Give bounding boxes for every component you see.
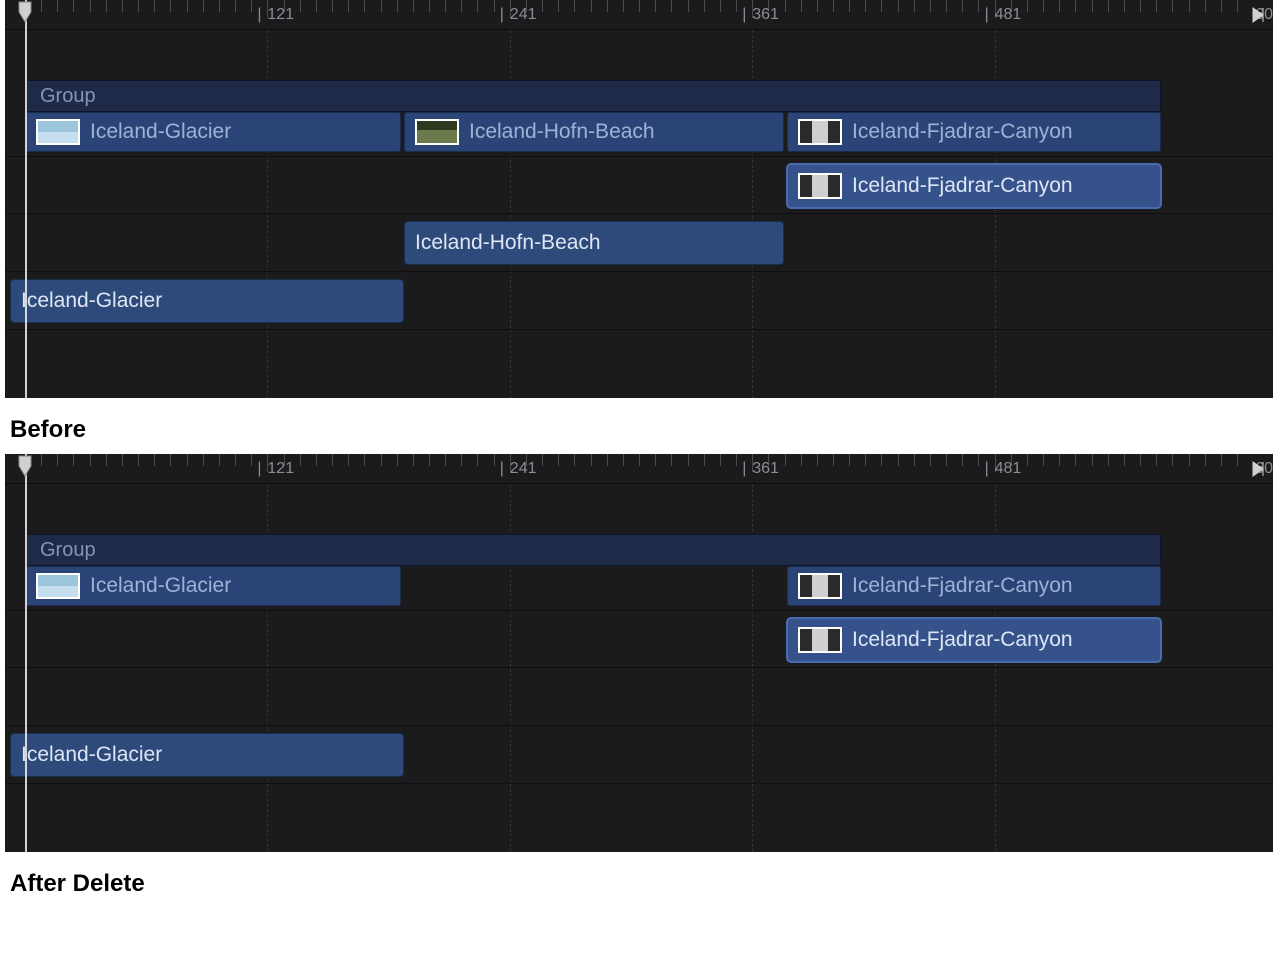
tracks-area: Group Iceland-GlacierIceland-Hofn-BeachI… [5,30,1273,330]
group-clip-strip: Iceland-Glacier Iceland-Fjadrar-Canyon [5,566,1273,610]
clip-thumbnail [798,173,842,199]
ruler-tick-label: 121 [267,460,294,478]
clip-label: Iceland-Glacier [90,120,231,144]
timeline-clip[interactable]: Iceland-Glacier [25,112,401,152]
timeline-clip[interactable]: Iceland-Glacier [10,733,404,777]
ruler-tick-label: 121 [267,6,294,24]
playhead[interactable] [25,0,27,398]
track-row[interactable]: Iceland-Hofn-Beach [5,214,1273,272]
clip-label: Iceland-Fjadrar-Canyon [852,628,1073,652]
group-label: Group [40,85,96,108]
clip-label: Iceland-Hofn-Beach [469,120,655,144]
clip-thumbnail [798,573,842,599]
ruler-tick-label: 481 [995,6,1022,24]
ruler[interactable]: |121|241|361|48160 [5,0,1273,30]
ruler-tick-label: 361 [752,460,779,478]
track-row[interactable] [5,668,1273,726]
timeline-clip[interactable]: Iceland-Fjadrar-Canyon [787,112,1161,152]
clip-thumbnail [36,119,80,145]
timeline-clip[interactable]: Iceland-Glacier [10,279,404,323]
track-row[interactable]: Iceland-Glacier [5,726,1273,784]
track-row[interactable]: Iceland-Fjadrar-Canyon [5,610,1273,668]
timeline-clip[interactable]: Iceland-Fjadrar-Canyon [787,566,1161,606]
ruler-tick-label: 241 [510,6,537,24]
clip-label: Iceland-Fjadrar-Canyon [852,120,1073,144]
play-in-marker[interactable] [17,0,37,24]
timeline-clip[interactable]: Iceland-Fjadrar-Canyon [787,164,1161,208]
timeline-clip[interactable]: Iceland-Glacier [25,566,401,606]
group-header[interactable]: Group [25,534,1161,566]
timeline-before[interactable]: |121|241|361|48160 Group Iceland-Glacier… [5,0,1273,398]
timeline-clip[interactable]: Iceland-Hofn-Beach [404,112,784,152]
clip-thumbnail [798,119,842,145]
group-clip-strip: Iceland-Glacier Iceland-Hofn-Beach Iceland… [5,112,1273,156]
clip-thumbnail [36,573,80,599]
playhead[interactable] [25,454,27,852]
play-in-marker[interactable] [17,454,37,478]
clip-label: Iceland-Fjadrar-Canyon [852,574,1073,598]
play-out-marker[interactable] [1249,460,1265,483]
ruler-tick-label: 481 [995,460,1022,478]
ruler-tick-label: 361 [752,6,779,24]
clip-label: Iceland-Fjadrar-Canyon [852,174,1073,198]
group-header[interactable]: Group [25,80,1161,112]
ruler-tick-label: 241 [510,460,537,478]
ruler[interactable]: |121|241|361|48160 [5,454,1273,484]
clip-label: Iceland-Glacier [90,574,231,598]
track-row[interactable]: Iceland-Glacier [5,272,1273,330]
clip-thumbnail [415,119,459,145]
clip-label: Iceland-Glacier [21,289,162,313]
caption-before: Before [10,416,1268,444]
timeline-clip[interactable]: Iceland-Fjadrar-Canyon [787,618,1161,662]
play-out-marker[interactable] [1249,6,1265,29]
track-row[interactable]: Iceland-Fjadrar-Canyon [5,156,1273,214]
clip-thumbnail [798,627,842,653]
caption-after: After Delete [10,870,1268,898]
timeline-clip[interactable]: Iceland-Hofn-Beach [404,221,784,265]
clip-label: Iceland-Hofn-Beach [415,231,601,255]
group-label: Group [40,539,96,562]
tracks-area: Group Iceland-Glacier Iceland-Fjadrar-Can… [5,484,1273,784]
timeline-after[interactable]: |121|241|361|48160 Group Iceland-Glacier… [5,454,1273,852]
clip-label: Iceland-Glacier [21,743,162,767]
